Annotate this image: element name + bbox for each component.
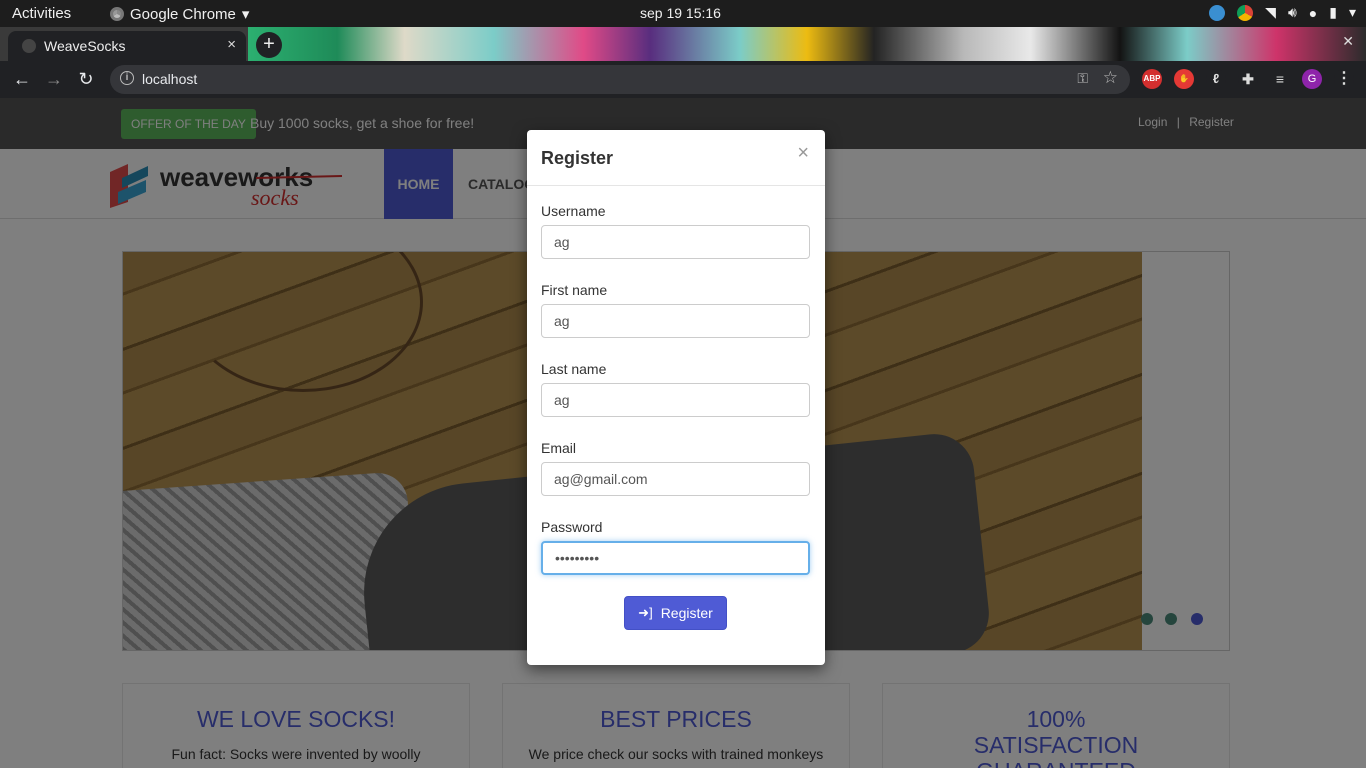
password-label: Password: [541, 519, 603, 535]
first-name-label: First name: [541, 282, 608, 298]
system-menu-caret-icon[interactable]: ▾: [1349, 4, 1356, 21]
puzzle-extensions-icon[interactable]: ✚: [1238, 69, 1258, 89]
activities-button[interactable]: Activities: [12, 5, 71, 22]
key-icon[interactable]: ⚿: [1077, 70, 1088, 87]
modal-header: Register ×: [527, 130, 825, 186]
password-group: Password: [541, 519, 810, 575]
username-input[interactable]: [541, 225, 810, 259]
media-queue-icon[interactable]: ≡: [1270, 69, 1290, 89]
register-submit-button[interactable]: ➜] Register: [624, 596, 727, 630]
tab-weavesocks[interactable]: WeaveSocks ×: [8, 31, 246, 61]
username-group: Username: [541, 203, 810, 259]
close-icon[interactable]: ×: [797, 143, 809, 163]
window-close-icon[interactable]: ✕: [1342, 33, 1354, 50]
app-menu-label: Google Chrome: [130, 5, 236, 23]
extensions-area: ABP ✋ ℓ ✚ ≡ G ⋮: [1142, 69, 1354, 89]
email-group: Email: [541, 440, 810, 496]
new-tab-button[interactable]: +: [256, 32, 282, 58]
last-name-label: Last name: [541, 361, 607, 377]
register-button-label: Register: [660, 605, 713, 621]
favicon-icon: [22, 39, 36, 53]
telegram-icon[interactable]: [1209, 4, 1226, 21]
wifi-icon: ◥: [1265, 4, 1276, 20]
bookmark-star-icon[interactable]: ☆: [1103, 68, 1118, 88]
browser-toolbar: ← → ↻ i localhost ⚿ ☆ ABP ✋ ℓ ✚ ≡ G ⋮: [0, 61, 1366, 98]
tab-title: WeaveSocks: [44, 38, 126, 54]
username-label: Username: [541, 203, 606, 219]
site-info-icon[interactable]: i: [120, 71, 134, 85]
volume-icon: 🔊︎: [1287, 4, 1297, 20]
first-name-group: First name: [541, 282, 810, 338]
password-input[interactable]: [541, 541, 810, 575]
tab-strip: WeaveSocks × + ✕: [0, 27, 1366, 61]
kebab-menu-icon[interactable]: ⋮: [1334, 69, 1354, 89]
tab-close-icon[interactable]: ×: [227, 36, 236, 53]
back-arrow-icon[interactable]: ←: [10, 67, 34, 91]
last-name-group: Last name: [541, 361, 810, 417]
app-menu[interactable]: Google Chrome ▾: [110, 5, 249, 23]
sign-in-icon: ➜]: [638, 605, 653, 620]
register-modal: Register × Username First name Last name…: [527, 130, 825, 665]
modal-title: Register: [541, 148, 614, 168]
clock[interactable]: sep 19 15:16: [640, 5, 721, 21]
leaf-extension-icon[interactable]: ℓ: [1206, 69, 1226, 89]
email-label: Email: [541, 440, 577, 456]
os-top-bar: Activities Google Chrome ▾ sep 19 15:16 …: [0, 0, 1366, 27]
adblock-plus-icon[interactable]: ABP: [1142, 69, 1162, 89]
url-text[interactable]: localhost: [142, 71, 197, 87]
profile-avatar[interactable]: G: [1302, 69, 1322, 89]
reload-icon[interactable]: ↻: [74, 67, 98, 91]
chrome-tray-icon[interactable]: [1237, 4, 1254, 21]
system-tray[interactable]: ◥ 🔊︎ ● ▮ ▾: [1209, 4, 1356, 21]
forward-arrow-icon[interactable]: →: [42, 67, 66, 91]
last-name-input[interactable]: [541, 383, 810, 417]
battery-icon: ▮: [1329, 4, 1337, 20]
caret-down-icon: ▾: [241, 6, 250, 23]
email-input[interactable]: [541, 462, 810, 496]
stop-hand-icon[interactable]: ✋: [1174, 69, 1194, 89]
chrome-app-icon: [110, 7, 124, 21]
first-name-input[interactable]: [541, 304, 810, 338]
microphone-icon: ●: [1308, 4, 1318, 21]
browser-theme-artwork: [248, 27, 1366, 61]
address-bar[interactable]: i localhost ⚿ ☆: [110, 65, 1130, 94]
